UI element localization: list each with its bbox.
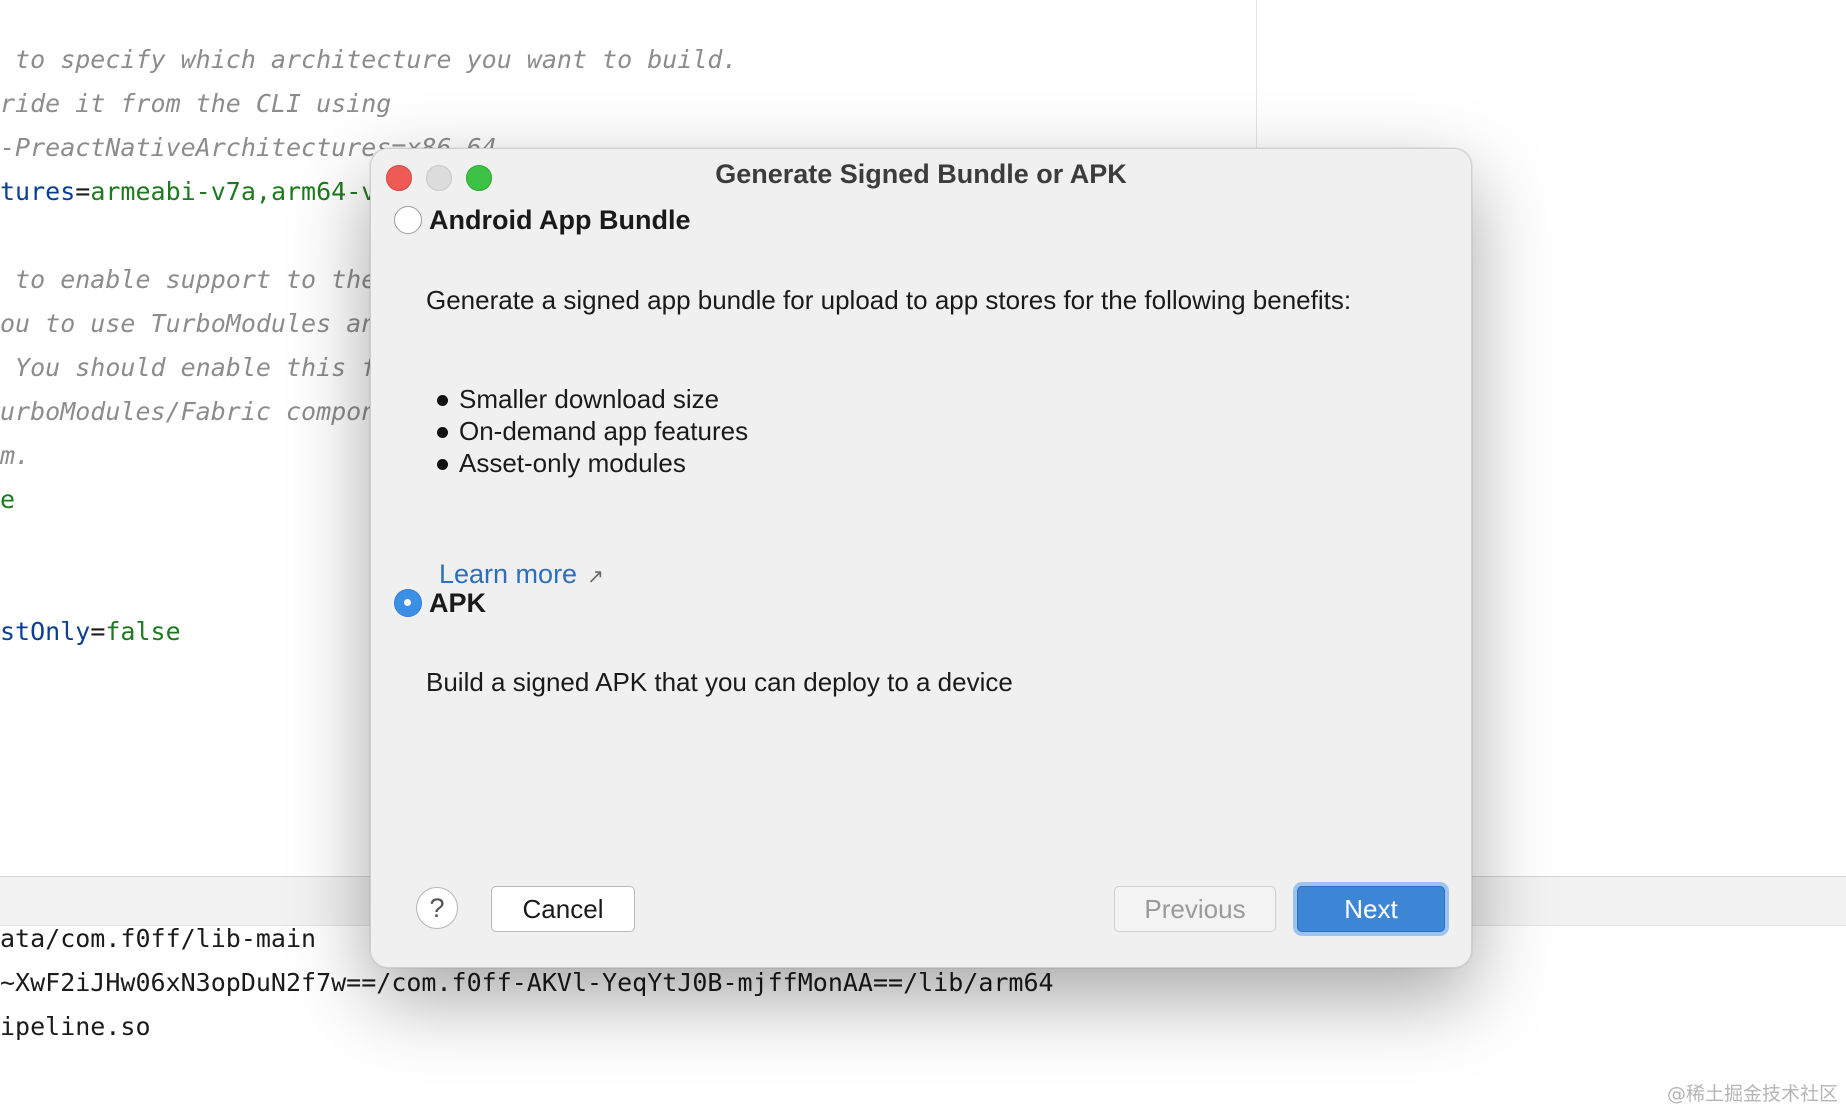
benefit-item: Asset-only modules — [435, 447, 748, 479]
generate-signed-bundle-dialog: Generate Signed Bundle or APK Android Ap… — [370, 148, 1472, 968]
code-line: to specify which architecture you want t… — [0, 38, 738, 82]
code-token: false — [105, 617, 181, 646]
external-link-arrow-icon: ↗ — [587, 566, 604, 588]
code-token: m. — [0, 441, 31, 470]
code-token: = — [75, 177, 91, 206]
code-line: ride it from the CLI using — [0, 82, 391, 126]
code-token: ride it from the CLI using — [0, 89, 392, 118]
help-button[interactable]: ? — [416, 887, 458, 929]
code-line: e — [0, 478, 15, 522]
code-token: = — [90, 617, 106, 646]
code-line: m. — [0, 434, 30, 478]
apk-description: Build a signed APK that you can deploy t… — [426, 667, 1013, 697]
bundle-benefits-list: Smaller download size On-demand app feat… — [435, 383, 748, 479]
terminal-line: ata/com.f0ff/lib-main — [0, 924, 317, 953]
next-button[interactable]: Next — [1297, 886, 1445, 932]
code-token: stOnly — [0, 617, 91, 646]
apk-radio[interactable] — [394, 589, 422, 617]
android-app-bundle-label[interactable]: Android App Bundle — [429, 205, 690, 236]
code-token: tures — [0, 177, 76, 206]
benefit-item: Smaller download size — [435, 383, 748, 415]
previous-button: Previous — [1114, 886, 1276, 932]
cancel-button[interactable]: Cancel — [491, 886, 635, 932]
apk-label[interactable]: APK — [429, 588, 486, 619]
bundle-description: Generate a signed app bundle for upload … — [426, 285, 1352, 315]
code-token: e — [0, 485, 16, 514]
watermark: @稀土掘金技术社区 — [1666, 1083, 1838, 1105]
benefit-item: On-demand app features — [435, 415, 748, 447]
terminal-line: ipeline.so — [0, 1012, 151, 1041]
dialog-title: Generate Signed Bundle or APK — [715, 159, 1127, 189]
code-line: stOnly=false — [0, 610, 181, 654]
android-app-bundle-radio[interactable] — [394, 206, 422, 234]
learn-more-link[interactable]: Learn more ↗ — [439, 559, 604, 590]
learn-more-label: Learn more — [439, 559, 578, 589]
code-token: to specify which architecture you want t… — [0, 45, 738, 74]
